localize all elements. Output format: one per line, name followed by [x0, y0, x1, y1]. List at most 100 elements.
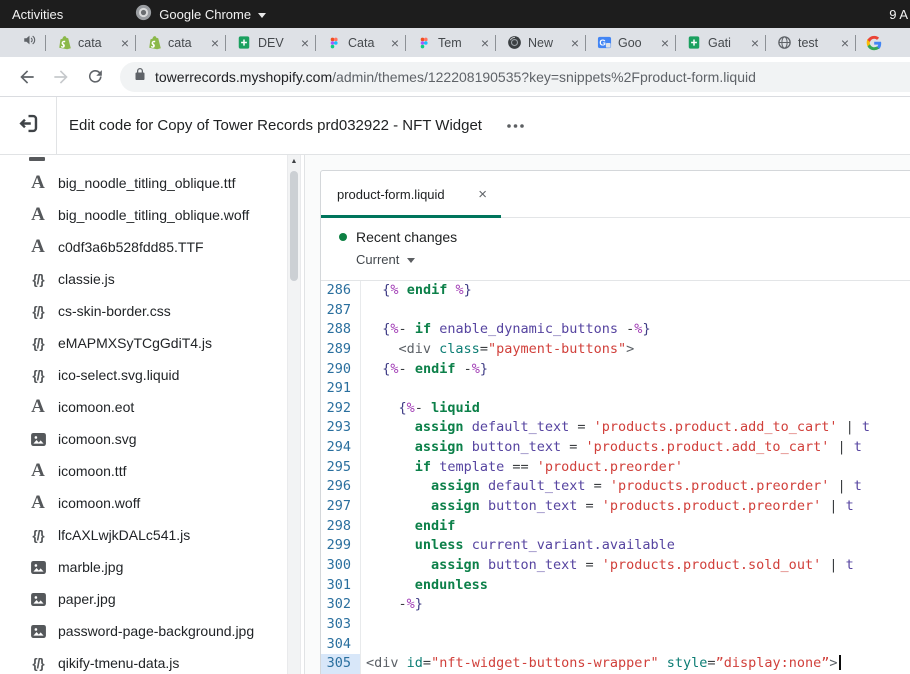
reload-button[interactable]: [78, 60, 112, 94]
editor-tab-bar: product-form.liquid ×: [321, 171, 910, 218]
image-file-icon: [27, 433, 49, 446]
file-item[interactable]: Abig_noodle_titling_oblique.woff: [0, 199, 304, 231]
page-title: Edit code for Copy of Tower Records prd0…: [69, 117, 482, 134]
close-tab-icon[interactable]: ×: [661, 36, 669, 50]
line-number: 299: [321, 536, 361, 556]
partially-scrolled-item: [29, 157, 45, 161]
code-text: [361, 379, 366, 399]
sidebar-scrollbar[interactable]: ▲: [287, 155, 301, 674]
version-dropdown[interactable]: Current: [356, 252, 415, 267]
back-button[interactable]: [10, 60, 44, 94]
file-item[interactable]: paper.jpg: [0, 583, 304, 615]
file-item[interactable]: {/}ico-select.svg.liquid: [0, 359, 304, 391]
forward-button[interactable]: [44, 60, 78, 94]
file-item[interactable]: {/}cs-skin-border.css: [0, 295, 304, 327]
line-number: 297: [321, 497, 361, 517]
close-tab-icon[interactable]: ×: [481, 36, 489, 50]
browser-tab-test[interactable]: test×: [767, 28, 854, 57]
file-name: icomoon.woff: [58, 495, 140, 511]
more-actions-button[interactable]: [500, 117, 531, 135]
file-item[interactable]: Aicomoon.eot: [0, 391, 304, 423]
code-line[interactable]: 298 endif: [321, 517, 910, 537]
scroll-up-arrow[interactable]: ▲: [288, 158, 300, 165]
browser-tab-goo[interactable]: GGoo×: [587, 28, 674, 57]
code-line[interactable]: 294 assign button_text = 'products.produ…: [321, 438, 910, 458]
line-number: 303: [321, 615, 361, 635]
code-line[interactable]: 292 {%- liquid: [321, 399, 910, 419]
line-number: 287: [321, 301, 361, 321]
file-name: lfcAXLwjkDALc541.js: [58, 527, 190, 543]
editor-card: product-form.liquid × Recent changes Cur…: [320, 170, 910, 674]
code-line[interactable]: 301 endunless: [321, 576, 910, 596]
browser-tab-cata[interactable]: cata×: [137, 28, 224, 57]
code-editor[interactable]: 286 {% endif %}287288 {%- if enable_dyna…: [321, 281, 910, 674]
close-tab-icon[interactable]: ×: [121, 36, 129, 50]
file-name: paper.jpg: [58, 591, 116, 607]
sheets-favicon: [236, 35, 252, 51]
code-line[interactable]: 303: [321, 615, 910, 635]
browser-tab-cata[interactable]: cata×: [47, 28, 134, 57]
close-tab-icon[interactable]: ×: [301, 36, 309, 50]
figma-favicon: [416, 35, 432, 51]
close-tab-icon[interactable]: ×: [841, 36, 849, 50]
browser-tab-cata[interactable]: Cata×: [317, 28, 404, 57]
line-number: 296: [321, 477, 361, 497]
code-line[interactable]: 289 <div class="payment-buttons">: [321, 340, 910, 360]
code-line[interactable]: 305<div id="nft-widget-buttons-wrapper" …: [321, 654, 910, 674]
clock[interactable]: 9 A: [889, 0, 908, 28]
close-tab-button[interactable]: ×: [478, 186, 487, 203]
file-item[interactable]: {/}classie.js: [0, 263, 304, 295]
file-item[interactable]: Aicomoon.woff: [0, 487, 304, 519]
scrollbar-thumb[interactable]: [290, 171, 298, 281]
code-text: endunless: [361, 576, 488, 596]
close-tab-icon[interactable]: ×: [751, 36, 759, 50]
code-line[interactable]: 295 if template == 'product.preorder': [321, 458, 910, 478]
code-line[interactable]: 293 assign default_text = 'products.prod…: [321, 418, 910, 438]
close-tab-icon[interactable]: ×: [571, 36, 579, 50]
file-item[interactable]: marble.jpg: [0, 551, 304, 583]
exit-code-editor-button[interactable]: [0, 97, 57, 154]
close-tab-icon[interactable]: ×: [211, 36, 219, 50]
code-line[interactable]: 287: [321, 301, 910, 321]
browser-tab-gati[interactable]: Gati×: [677, 28, 764, 57]
shopify-favicon: [56, 35, 72, 51]
editor-tab-product-form[interactable]: product-form.liquid ×: [321, 171, 501, 217]
address-bar[interactable]: towerrecords.myshopify.com/admin/themes/…: [120, 62, 910, 92]
browser-tab-new[interactable]: New×: [497, 28, 584, 57]
code-line[interactable]: 304: [321, 635, 910, 655]
editor-tab-label: product-form.liquid: [337, 187, 478, 202]
browser-tab-title: Goo: [618, 36, 655, 50]
file-item[interactable]: {/}qikify-tmenu-data.js: [0, 647, 304, 674]
browser-tab-dev[interactable]: DEV×: [227, 28, 314, 57]
code-line[interactable]: 297 assign button_text = 'products.produ…: [321, 497, 910, 517]
code-line[interactable]: 302 -%}: [321, 595, 910, 615]
font-file-icon: A: [27, 204, 49, 226]
activities-button[interactable]: Activities: [0, 0, 75, 28]
file-name: ico-select.svg.liquid: [58, 367, 179, 383]
file-item[interactable]: Abig_noodle_titling_oblique.ttf: [0, 167, 304, 199]
app-menu-button[interactable]: Google Chrome: [135, 4, 266, 24]
code-line[interactable]: 291: [321, 379, 910, 399]
browser-tab-tem[interactable]: Tem×: [407, 28, 494, 57]
code-line[interactable]: 286 {% endif %}: [321, 281, 910, 301]
file-item[interactable]: password-page-background.jpg: [0, 615, 304, 647]
url-host: towerrecords.myshopify.com: [155, 69, 332, 85]
file-item[interactable]: Ac0df3a6b528fdd85.TTF: [0, 231, 304, 263]
code-line[interactable]: 290 {%- endif -%}: [321, 360, 910, 380]
font-file-icon: A: [27, 492, 49, 514]
line-number: 301: [321, 576, 361, 596]
code-line[interactable]: 300 assign button_text = 'products.produ…: [321, 556, 910, 576]
file-item[interactable]: {/}eMAPMXSyTCgGdiT4.js: [0, 327, 304, 359]
line-number: 304: [321, 635, 361, 655]
code-line[interactable]: 288 {%- if enable_dynamic_buttons -%}: [321, 320, 910, 340]
file-item[interactable]: Aicomoon.ttf: [0, 455, 304, 487]
file-item[interactable]: {/}lfcAXLwjkDALc541.js: [0, 519, 304, 551]
file-item[interactable]: icomoon.svg: [0, 423, 304, 455]
code-text: if template == 'product.preorder': [361, 458, 683, 478]
code-line[interactable]: 296 assign default_text = 'products.prod…: [321, 477, 910, 497]
code-line[interactable]: 299 unless current_variant.available: [321, 536, 910, 556]
browser-tab[interactable]: [857, 28, 901, 57]
audio-tab-indicator[interactable]: [14, 33, 44, 52]
close-tab-icon[interactable]: ×: [391, 36, 399, 50]
activities-label: Activities: [12, 7, 63, 22]
